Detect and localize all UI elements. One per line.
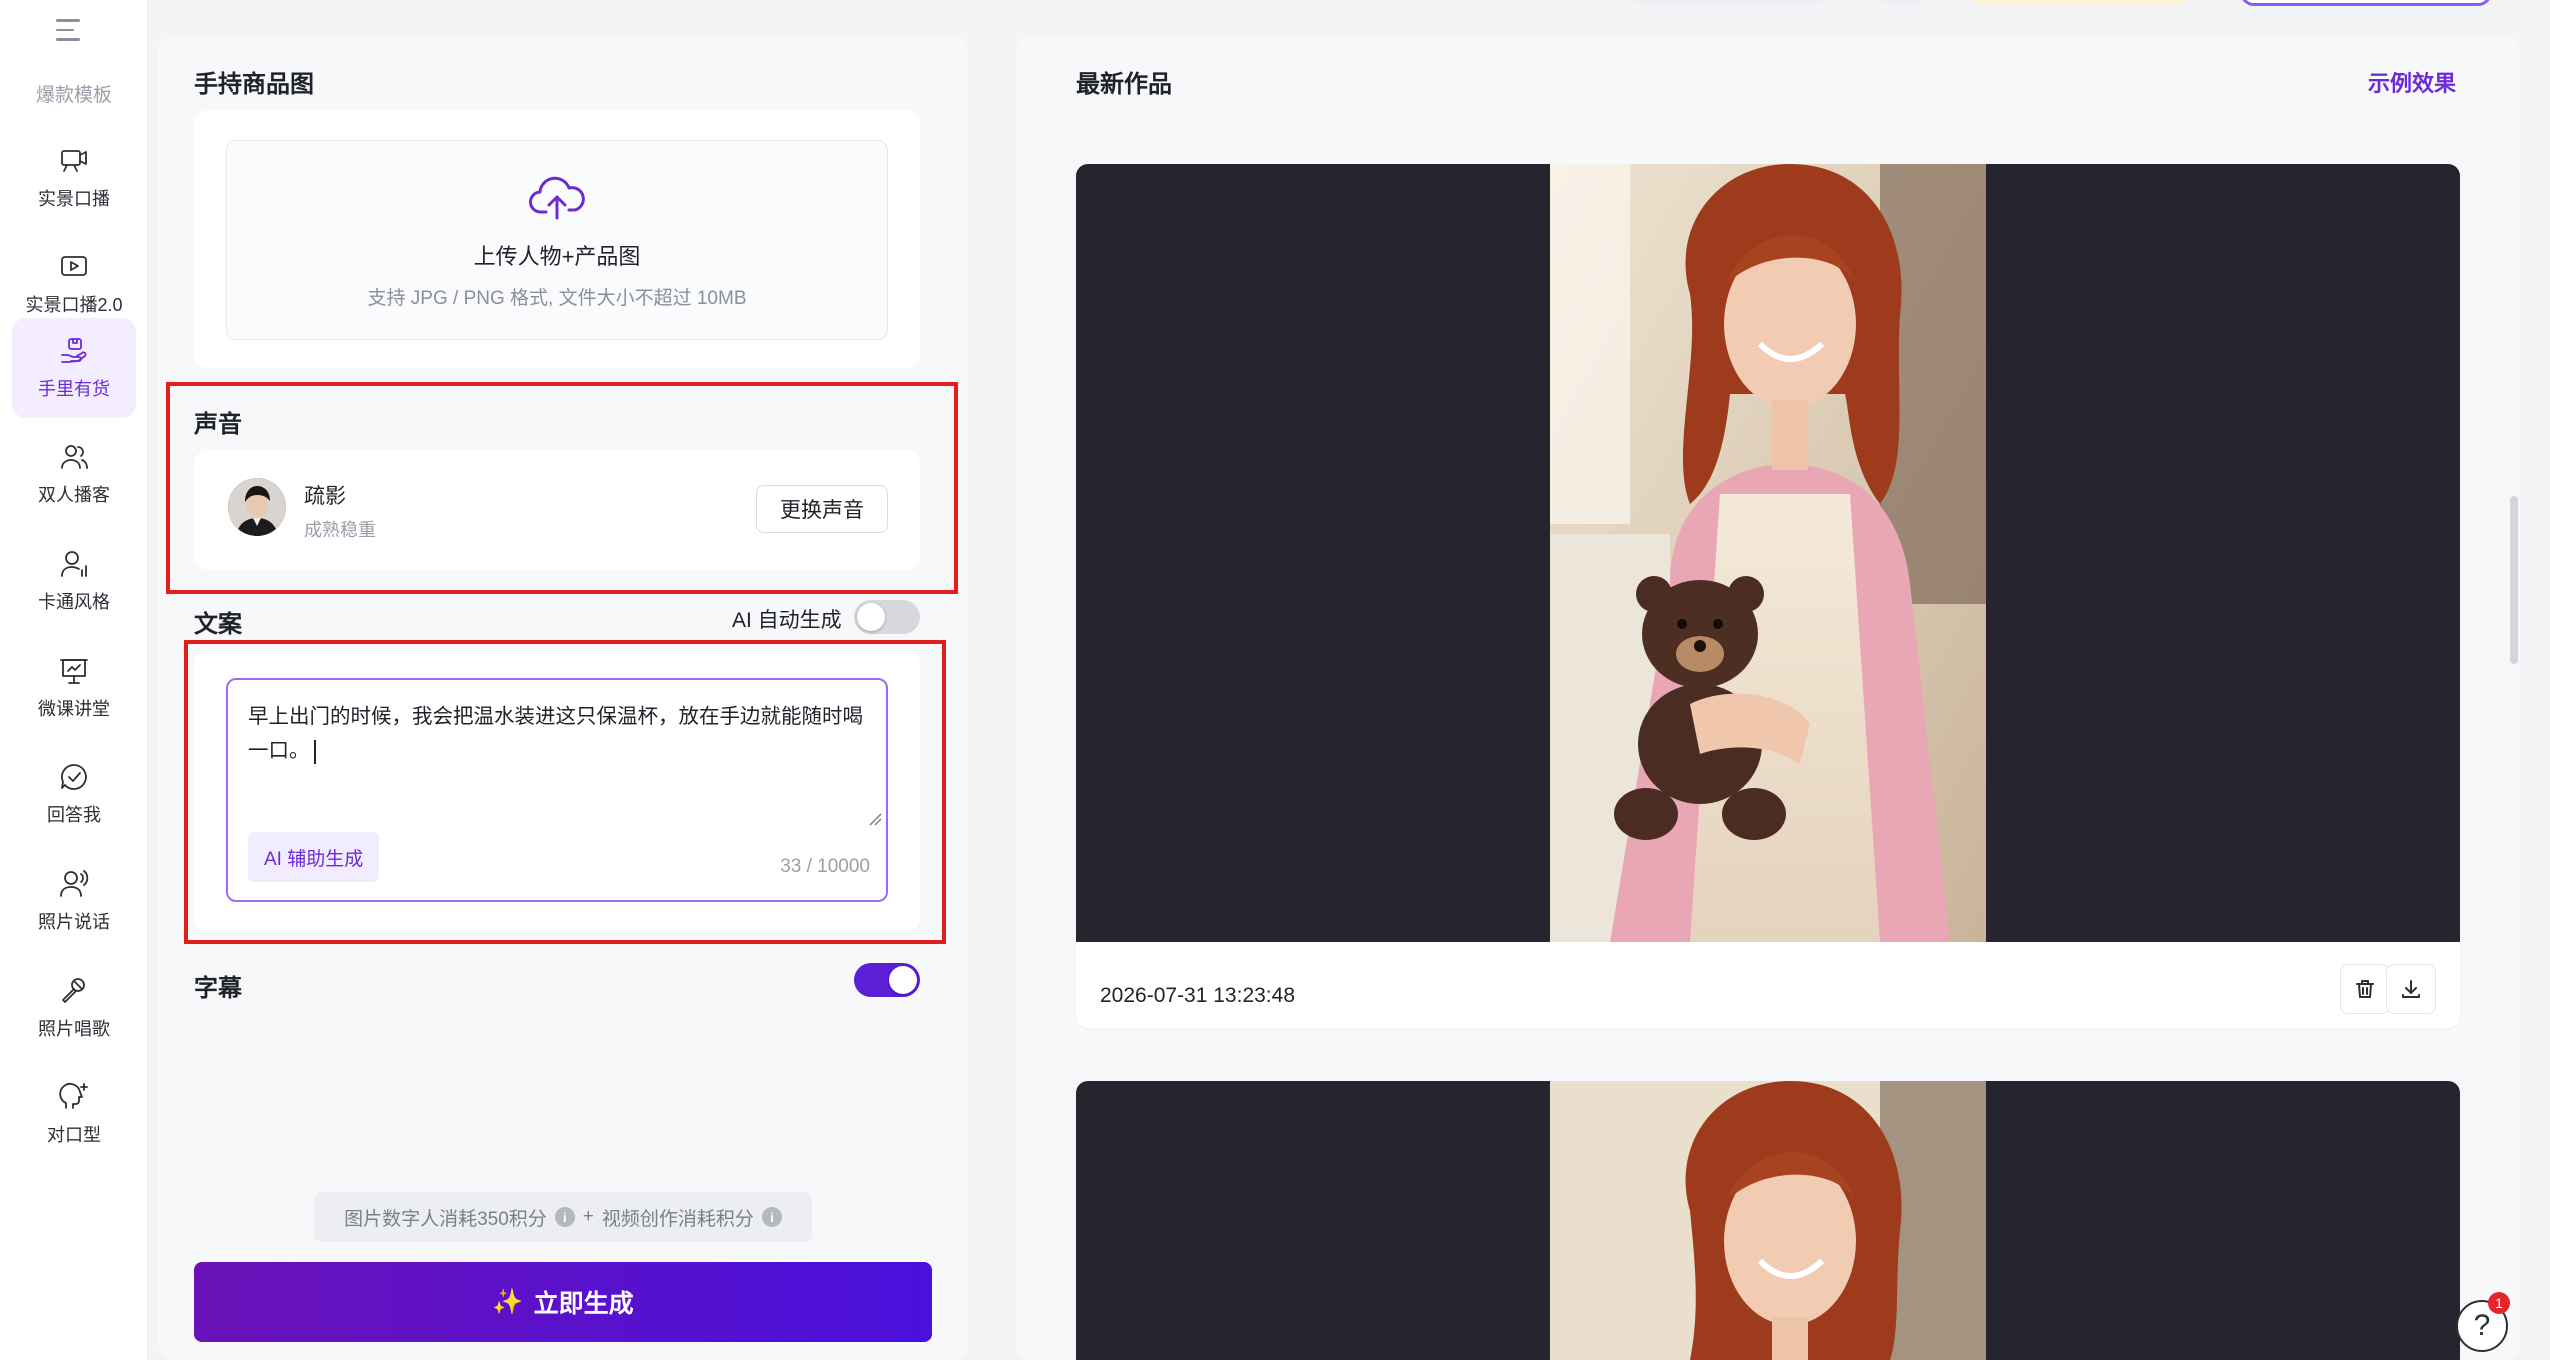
header-control[interactable] xyxy=(1970,0,2188,6)
sidebar-item-photo-sing[interactable]: 照片唱歌 xyxy=(12,958,136,1058)
trash-icon xyxy=(2356,980,2374,998)
notification-badge: 1 xyxy=(2488,1292,2510,1314)
sidebar-item-label: 实景口播2.0 xyxy=(25,295,123,315)
lip-sync-head-icon xyxy=(59,1083,88,1109)
avatar xyxy=(228,478,286,536)
voice-description: 成熟稳重 xyxy=(304,520,376,540)
product-image-title: 手持商品图 xyxy=(194,71,314,98)
work-card: 2026-07-31 13:23:48 xyxy=(1076,164,2460,1028)
sparkle-icon: ✨ xyxy=(492,1287,524,1316)
download-icon xyxy=(2402,980,2420,998)
cloud-upload-icon xyxy=(528,170,586,233)
cost-plus: + xyxy=(582,1206,594,1227)
sidebar-item-lip-sync[interactable]: 对口型 xyxy=(12,1064,136,1164)
header-control[interactable] xyxy=(1876,0,1926,6)
two-people-icon xyxy=(61,445,88,469)
camera-speech-icon xyxy=(61,150,87,172)
ai-auto-generate-toggle[interactable] xyxy=(854,600,920,634)
video-preview[interactable] xyxy=(1076,1081,2460,1360)
sidebar-item-label: 实景口播 xyxy=(38,189,110,209)
work-card xyxy=(1076,1081,2460,1360)
upload-dropzone[interactable]: 上传人物+产品图 支持 JPG / PNG 格式, 文件大小不超过 10MB xyxy=(226,140,888,340)
sidebar-item-product-in-hand[interactable]: 手里有货 xyxy=(12,318,136,418)
hand-product-icon xyxy=(61,338,87,363)
video-preview[interactable] xyxy=(1076,164,2460,942)
subtitle-toggle[interactable] xyxy=(854,963,920,997)
sidebar-item-label: 卡通风格 xyxy=(38,592,110,612)
video-play-icon xyxy=(61,256,87,276)
sidebar-item-micro-class[interactable]: 微课讲堂 xyxy=(12,638,136,738)
sidebar-item-answer-me[interactable]: 回答我 xyxy=(12,744,136,844)
header-control[interactable] xyxy=(1632,0,1828,6)
check-bubble-icon xyxy=(61,764,87,790)
sidebar-item-label: 微课讲堂 xyxy=(38,699,110,719)
sidebar: 爆款模板 实景口播 实景口播2.0 手里有货 双人播客 卡通风格 微课讲堂 回答… xyxy=(0,0,148,1360)
work-timestamp: 2026-07-31 13:23:48 xyxy=(1100,984,1295,1007)
sidebar-item-label: 对口型 xyxy=(47,1125,101,1145)
sidebar-item-label: 照片说话 xyxy=(38,912,110,932)
cost-part1: 图片数字人消耗350积分 xyxy=(344,1208,547,1230)
change-voice-button[interactable]: 更换声音 xyxy=(756,485,888,533)
work-thumbnail xyxy=(1550,1081,1986,1360)
generate-button[interactable]: ✨ 立即生成 xyxy=(194,1262,932,1342)
sidebar-item-live-broadcast[interactable]: 实景口播 xyxy=(12,128,136,228)
example-link[interactable]: 示例效果 xyxy=(2368,66,2456,98)
sidebar-section-label: 爆款模板 xyxy=(35,85,112,106)
cartoon-person-icon xyxy=(61,551,87,577)
sidebar-item-cartoon-style[interactable]: 卡通风格 xyxy=(12,531,136,631)
cost-part2: 视频创作消耗积分 xyxy=(601,1208,754,1230)
highlight-frame-script xyxy=(184,640,946,944)
sidebar-item-dual-podcast[interactable]: 双人播客 xyxy=(12,424,136,524)
person-voice-icon xyxy=(60,870,89,897)
subtitle-section-title: 字幕 xyxy=(194,975,242,1002)
ai-auto-generate-label: AI 自动生成 xyxy=(732,609,842,632)
scrollbar[interactable] xyxy=(2510,496,2518,664)
sidebar-item-label: 双人播客 xyxy=(38,485,110,505)
cost-info: 图片数字人消耗350积分 i + 视频创作消耗积分 i xyxy=(314,1192,812,1242)
info-icon[interactable]: i xyxy=(554,1207,575,1227)
sidebar-item-photo-talk[interactable]: 照片说话 xyxy=(12,851,136,951)
voice-name: 疏影 xyxy=(304,485,346,508)
upload-title: 上传人物+产品图 xyxy=(473,244,641,269)
sidebar-item-label: 回答我 xyxy=(47,805,101,825)
generate-button-label: 立即生成 xyxy=(533,1290,634,1318)
download-button[interactable] xyxy=(2386,964,2436,1014)
work-thumbnail xyxy=(1550,164,1986,942)
presentation-board-icon xyxy=(60,659,88,684)
header-control[interactable] xyxy=(2240,0,2492,6)
script-section-title: 文案 xyxy=(194,611,242,638)
sidebar-item-label: 照片唱歌 xyxy=(38,1019,110,1039)
info-icon[interactable]: i xyxy=(761,1207,782,1227)
voice-section-title: 声音 xyxy=(194,411,242,438)
microphone-icon xyxy=(62,978,85,1003)
menu-toggle-icon[interactable] xyxy=(56,14,92,46)
sidebar-item-label: 手里有货 xyxy=(38,379,110,399)
latest-works-title: 最新作品 xyxy=(1076,71,1172,98)
delete-button[interactable] xyxy=(2340,964,2390,1014)
upload-hint: 支持 JPG / PNG 格式, 文件大小不超过 10MB xyxy=(367,288,747,309)
